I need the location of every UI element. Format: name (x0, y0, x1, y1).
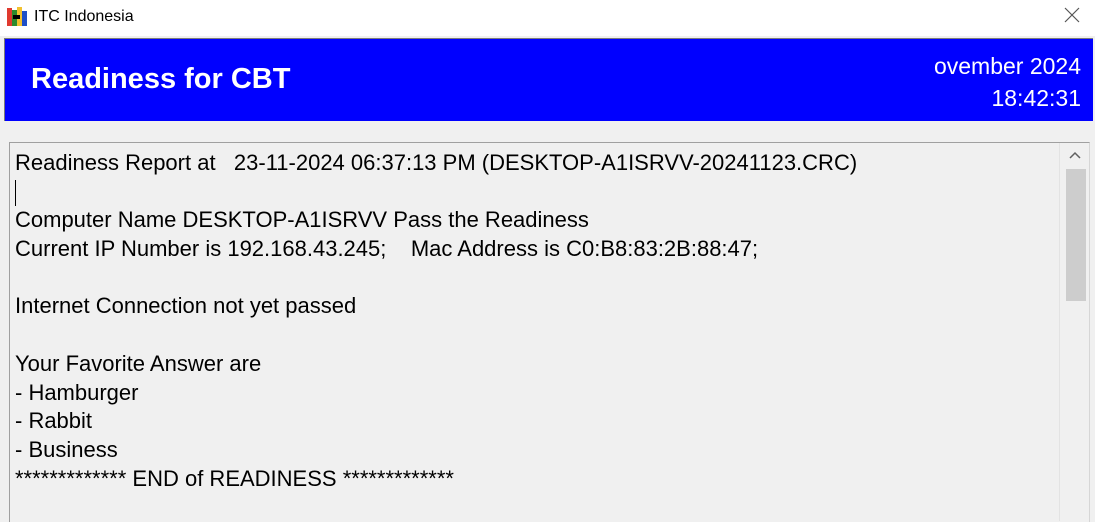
report-line: - Hamburger (15, 379, 139, 405)
report-line (15, 264, 1055, 293)
scroll-up-button[interactable] (1060, 143, 1089, 167)
chevron-up-icon (1068, 146, 1081, 164)
close-icon (1064, 7, 1080, 28)
report-line: Your Favorite Answer are (15, 350, 262, 376)
text-caret (15, 179, 16, 206)
report-line: ************* END of READINESS *********… (15, 465, 454, 491)
vertical-scrollbar[interactable] (1059, 143, 1089, 521)
report-line (15, 321, 1055, 350)
report-caret-line (15, 178, 1055, 207)
window-title: ITC Indonesia (34, 8, 134, 25)
app-logo-icon (6, 6, 28, 28)
main-frame: Readiness for CBT ovember 2024 18:42:31 … (0, 36, 1095, 522)
report-line: - Business (15, 436, 118, 462)
scrollbar-thumb[interactable] (1066, 169, 1086, 301)
header-banner: Readiness for CBT ovember 2024 18:42:31 (4, 38, 1093, 121)
report-line: - Rabbit (15, 408, 93, 434)
report-text[interactable]: Readiness Report at 23-11-2024 06:37:13 … (15, 149, 1055, 493)
report-line: Computer Name DESKTOP-A1ISRVV Pass the R… (15, 207, 589, 233)
readiness-report-textarea[interactable]: Readiness Report at 23-11-2024 06:37:13 … (9, 142, 1090, 522)
header-date: ovember 2024 (933, 53, 1081, 79)
title-bar: ITC Indonesia (0, 0, 1095, 36)
report-line: Readiness Report at 23-11-2024 06:37:13 … (15, 150, 858, 175)
header-clock: 18:42:31 (991, 85, 1081, 111)
report-line: Current IP Number is 192.168.43.245; Mac… (15, 236, 759, 262)
page-title: Readiness for CBT (31, 63, 291, 95)
close-button[interactable] (1049, 0, 1095, 34)
report-line: Internet Connection not yet passed (15, 293, 357, 319)
